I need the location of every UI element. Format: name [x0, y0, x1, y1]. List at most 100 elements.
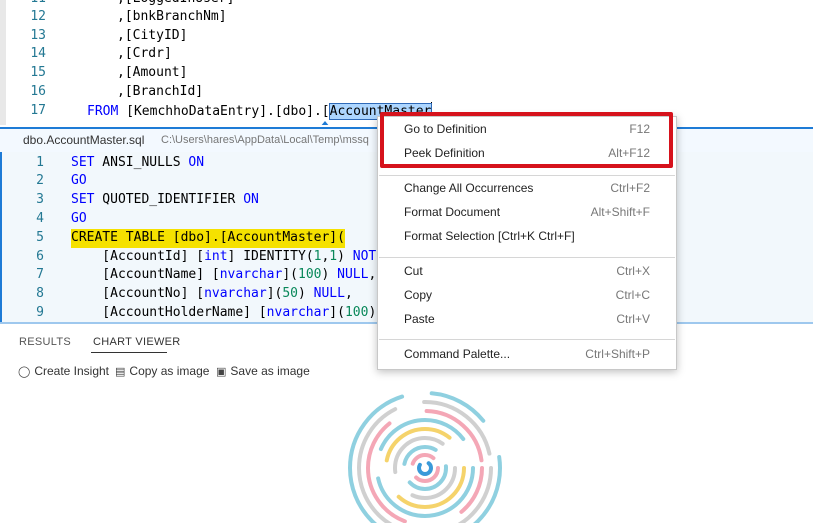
menu-item-label: Paste: [404, 312, 435, 326]
save-icon: ▣: [216, 365, 227, 378]
menu-item-shortcut: Ctrl+Shift+P: [585, 347, 650, 361]
code-line[interactable]: 16 ,[BranchId]: [0, 83, 813, 102]
sql-keyword: SET: [71, 192, 95, 207]
menu-item-cut[interactable]: Cut Ctrl+X: [378, 261, 676, 283]
annotation-highlight-box: [380, 112, 673, 168]
code-number: 1: [329, 249, 338, 264]
code-segment: [AccountId] [: [71, 249, 205, 264]
sql-keyword: ON: [188, 155, 205, 170]
code-segment: [KemchhoDataEntry].[dbo].[: [118, 104, 330, 119]
code-segment: ): [298, 286, 314, 301]
line-number: 15: [30, 65, 46, 80]
code-text: ,[Amount]: [117, 65, 188, 80]
menu-item-format-document[interactable]: Format Document Alt+Shift+F: [378, 202, 676, 224]
menu-item-command-palette[interactable]: Command Palette... Ctrl+Shift+P: [378, 344, 676, 366]
loading-chart-graphic: [348, 391, 502, 523]
sql-type: int: [204, 249, 228, 264]
code-line[interactable]: 13 ,[CityID]: [0, 27, 813, 46]
menu-item-copy[interactable]: Copy Ctrl+C: [378, 285, 676, 307]
loading-ring: [410, 453, 440, 483]
peek-filename[interactable]: dbo.AccountMaster.sql: [23, 133, 144, 147]
loading-ring: [375, 418, 475, 518]
sql-keyword: GO: [71, 211, 87, 226]
menu-item-format-selection[interactable]: Format Selection [Ctrl+K Ctrl+F]: [378, 226, 676, 248]
menu-item-shortcut: Ctrl+C: [615, 288, 650, 302]
code-line[interactable]: 12 ,[bnkBranchNm]: [0, 8, 813, 27]
code-segment: ANSI_NULLS: [94, 155, 189, 170]
active-tab-indicator: [91, 352, 167, 353]
menu-item-label: Change All Occurrences: [404, 181, 534, 195]
code-number: 100: [344, 305, 369, 320]
code-number: 50: [282, 286, 298, 301]
code-segment: ,: [368, 267, 377, 282]
line-number: 3: [36, 192, 44, 207]
loading-ring: [384, 427, 466, 509]
create-insight-button[interactable]: ◯ Create Insight: [18, 364, 109, 378]
menu-item-shortcut: Alt+Shift+F: [590, 205, 650, 219]
loading-ring: [417, 460, 433, 476]
code-line[interactable]: 14 ,[Crdr]: [0, 45, 813, 64]
line-number: 13: [30, 28, 46, 43]
code-segment: [AccountNo] [: [71, 286, 205, 301]
menu-item-shortcut: Ctrl+X: [616, 264, 650, 278]
line-number: 9: [36, 305, 44, 320]
code-segment: ): [368, 305, 377, 320]
code-line[interactable]: 15 ,[Amount]: [0, 64, 813, 83]
code-segment: ): [321, 267, 338, 282]
sql-type: nvarchar: [204, 286, 267, 301]
sql-keyword: NOT: [352, 249, 377, 264]
menu-separator: [379, 175, 675, 176]
code-segment: QUOTED_IDENTIFIER: [94, 192, 244, 207]
code-segment: ,: [344, 286, 353, 301]
code-text: [AccountHolderName] [nvarchar](100): [71, 304, 376, 322]
copy-as-image-button[interactable]: ▤ Copy as image: [115, 364, 209, 378]
menu-item-change-all-occurrences[interactable]: Change All Occurrences Ctrl+F2: [378, 178, 676, 200]
sql-keyword: ON: [243, 192, 259, 207]
tab-results[interactable]: RESULTS: [19, 336, 71, 348]
line-number: 4: [36, 211, 44, 226]
insight-icon: ◯: [18, 365, 31, 378]
code-text: ,[BranchId]: [117, 84, 204, 99]
code-text: SET ANSI_NULLS ON: [71, 154, 204, 173]
create-insight-label: Create Insight: [34, 364, 110, 378]
sql-keyword: GO: [71, 173, 87, 188]
line-number: 14: [30, 46, 46, 61]
sql-keyword: NULL: [337, 267, 369, 282]
line-number: 6: [36, 249, 44, 264]
peek-file-path: C:\Users\hares\AppData\Local\Temp\mssq: [161, 134, 369, 146]
menu-item-shortcut: Ctrl+F2: [610, 181, 650, 195]
code-segment: ): [337, 249, 353, 264]
line-number: 17: [30, 103, 46, 118]
code-text: SET QUOTED_IDENTIFIER ON: [71, 191, 259, 210]
line-number: 12: [30, 9, 46, 24]
code-segment: [AccountHolderName] [: [71, 305, 267, 320]
tab-chart-viewer[interactable]: CHART VIEWER: [93, 336, 181, 348]
code-text: [AccountName] [nvarchar](100) NULL,: [71, 266, 376, 285]
code-segment: ](: [266, 286, 283, 301]
sql-type: nvarchar: [219, 267, 283, 282]
code-text: [AccountNo] [nvarchar](50) NULL,: [71, 285, 353, 304]
menu-item-label: Format Selection [Ctrl+K Ctrl+F]: [404, 229, 575, 243]
save-as-image-button[interactable]: ▣ Save as image: [216, 364, 310, 378]
menu-separator: [379, 339, 675, 340]
menu-item-paste[interactable]: Paste Ctrl+V: [378, 309, 676, 331]
code-text: ,[Crdr]: [117, 46, 172, 61]
sql-type: nvarchar: [266, 305, 330, 320]
menu-item-label: Cut: [404, 264, 423, 278]
line-number: 7: [36, 267, 44, 282]
query-editor[interactable]: 11 ,[LoggedInUser] 12 ,[bnkBranchNm] 13 …: [0, 0, 813, 125]
menu-separator: [379, 257, 675, 258]
sql-keyword: SET: [71, 155, 95, 170]
image-icon: ▤: [115, 365, 126, 378]
menu-item-label: Command Palette...: [404, 347, 511, 361]
code-text: [AccountId] [int] IDENTITY(1,1) NOT: [71, 248, 376, 267]
highlighted-definition-line: CREATE TABLE [dbo].[AccountMaster](: [71, 229, 345, 248]
line-number: 5: [36, 230, 44, 245]
peek-pointer-icon: [320, 121, 330, 125]
code-text: GO: [71, 210, 87, 229]
menu-item-label: Copy: [404, 288, 433, 302]
code-text: ,[CityID]: [117, 28, 188, 43]
line-number: 1: [36, 155, 44, 170]
line-number: 2: [36, 173, 44, 188]
menu-item-label: Format Document: [404, 205, 501, 219]
